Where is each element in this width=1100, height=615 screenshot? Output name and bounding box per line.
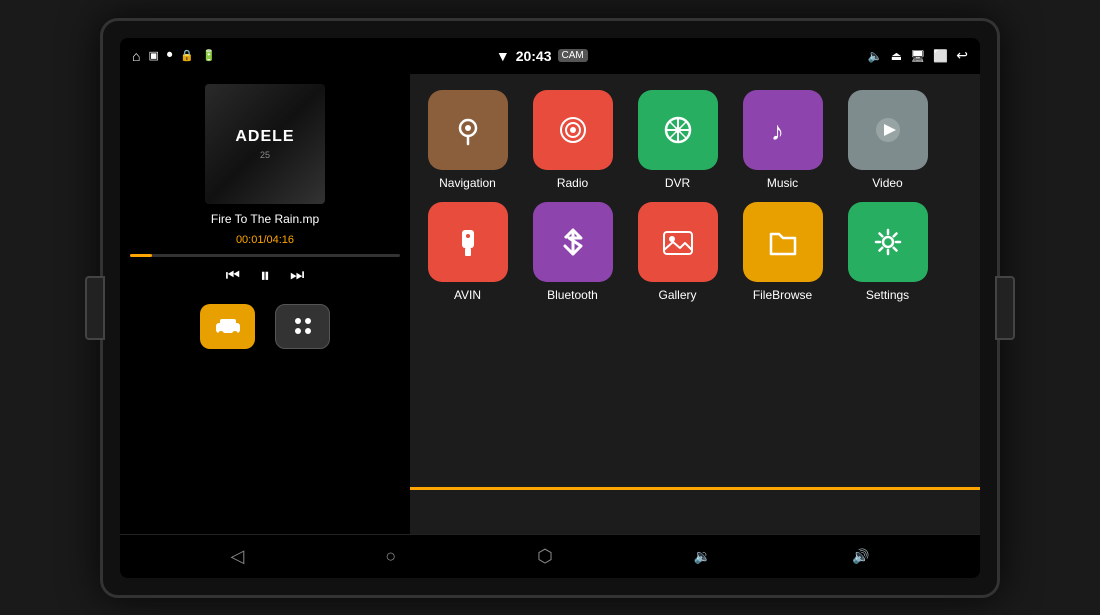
volume-icon: 🔈: [868, 49, 883, 63]
grid-button[interactable]: [275, 304, 330, 349]
navigation-label: Navigation: [439, 176, 496, 190]
media-player-panel: ADELE 25 Fire To The Rain.mp 00:01/04:16…: [120, 74, 410, 534]
app-radio[interactable]: Radio: [525, 90, 620, 190]
music-label: Music: [767, 176, 798, 190]
status-left-icons: ⌂ ▣ ⏺ 🔒 🔋: [132, 48, 216, 64]
lock-icon: 🔒: [180, 49, 194, 62]
bottom-back-icon[interactable]: ◁: [230, 546, 244, 567]
bottom-indicator: [410, 487, 980, 490]
avin-icon: [428, 202, 508, 282]
album-name: 25: [260, 150, 270, 160]
app-navigation[interactable]: Navigation: [420, 90, 515, 190]
progress-bar[interactable]: [130, 254, 400, 257]
music-icon: ♪: [743, 90, 823, 170]
grid-icon: [289, 312, 317, 340]
radio-label: Radio: [557, 176, 588, 190]
filebrowse-icon: [743, 202, 823, 282]
app-dvr[interactable]: DVR: [630, 90, 725, 190]
bottom-actions: [130, 304, 400, 349]
bottom-recent-icon[interactable]: ⬡: [537, 546, 553, 567]
status-center: ▼ 20:43 CAM: [496, 48, 588, 64]
navigation-icon: [428, 90, 508, 170]
track-time: 00:01/04:16: [130, 234, 400, 246]
dvr-label: DVR: [665, 176, 690, 190]
playback-controls: ⏮ ⏸ ⏭: [130, 265, 400, 288]
radio-icon: [533, 90, 613, 170]
settings-icon: [848, 202, 928, 282]
app-filebrowse[interactable]: FileBrowse: [735, 202, 830, 302]
app-row-2: AVIN Bluetooth: [420, 202, 970, 302]
app-grid-panel: Navigation Radio: [410, 74, 980, 534]
bottom-vol-up-icon[interactable]: 🔊: [852, 548, 869, 565]
camera-badge: CAM: [558, 49, 588, 62]
record-icon: ⏺: [167, 49, 173, 62]
status-bar: ⌂ ▣ ⏺ 🔒 🔋 ▼ 20:43 CAM 🔈 ⏏ 🖥 ⬜ ↩: [120, 38, 980, 74]
window2-icon: ⬜: [933, 49, 948, 63]
album-art-inner: ADELE 25: [205, 84, 325, 204]
home-icon: ⌂: [132, 48, 140, 64]
car-icon: [214, 315, 242, 337]
main-content-area: ADELE 25 Fire To The Rain.mp 00:01/04:16…: [120, 74, 980, 534]
progress-fill: [130, 254, 152, 257]
back-icon[interactable]: ↩: [956, 47, 968, 64]
display-icon: 🖥: [910, 49, 925, 63]
app-row-1: Navigation Radio: [420, 90, 970, 190]
gallery-label: Gallery: [658, 288, 696, 302]
album-art: ADELE 25: [205, 84, 325, 204]
status-right-icons: 🔈 ⏏ 🖥 ⬜ ↩: [868, 47, 968, 64]
app-avin[interactable]: AVIN: [420, 202, 515, 302]
prev-button[interactable]: ⏮: [226, 267, 240, 285]
bottom-home-icon[interactable]: ○: [385, 546, 396, 567]
bluetooth-label: Bluetooth: [547, 288, 598, 302]
filebrowse-label: FileBrowse: [753, 288, 812, 302]
bottom-vol-down-icon[interactable]: 🔉: [694, 548, 711, 565]
gallery-icon: [638, 202, 718, 282]
bluetooth-icon: [533, 202, 613, 282]
app-video[interactable]: Video: [840, 90, 935, 190]
video-label: Video: [872, 176, 902, 190]
app-settings[interactable]: Settings: [840, 202, 935, 302]
avin-label: AVIN: [454, 288, 481, 302]
battery-icon: 🔋: [202, 49, 216, 62]
play-pause-button[interactable]: ⏸: [260, 265, 270, 288]
settings-label: Settings: [866, 288, 909, 302]
time-display: 20:43: [516, 48, 552, 64]
eject-icon: ⏏: [891, 49, 902, 63]
main-screen: ⌂ ▣ ⏺ 🔒 🔋 ▼ 20:43 CAM 🔈 ⏏ 🖥 ⬜ ↩: [120, 38, 980, 578]
svg-text:♪: ♪: [771, 116, 784, 146]
bottom-nav-bar: ◁ ○ ⬡ 🔉 🔊: [120, 534, 980, 578]
menu-button[interactable]: [200, 304, 255, 349]
app-music[interactable]: ♪ Music: [735, 90, 830, 190]
wifi-signal-icon: ▼: [496, 48, 510, 64]
app-bluetooth[interactable]: Bluetooth: [525, 202, 620, 302]
video-icon: [848, 90, 928, 170]
car-stereo-device: ⌂ ▣ ⏺ 🔒 🔋 ▼ 20:43 CAM 🔈 ⏏ 🖥 ⬜ ↩: [100, 18, 1000, 598]
window-icon: ▣: [148, 49, 158, 62]
album-artist-name: ADELE: [235, 128, 294, 146]
dvr-icon: [638, 90, 718, 170]
next-button[interactable]: ⏭: [290, 267, 304, 285]
app-gallery[interactable]: Gallery: [630, 202, 725, 302]
track-name: Fire To The Rain.mp: [130, 212, 400, 226]
